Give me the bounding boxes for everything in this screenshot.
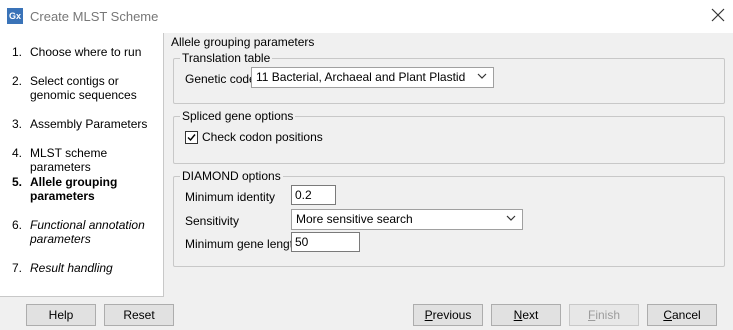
sensitivity-select[interactable]: More sensitive search xyxy=(291,209,523,230)
reset-button[interactable]: Reset xyxy=(104,304,174,326)
min-gene-length-input[interactable]: 50 xyxy=(291,232,360,252)
finish-button: Finish xyxy=(569,304,639,326)
check-codon-label[interactable]: Check codon positions xyxy=(202,130,323,144)
diamond-options-legend: DIAMOND options xyxy=(180,169,283,183)
genetic-code-select[interactable]: 11 Bacterial, Archaeal and Plant Plastid xyxy=(251,67,494,88)
step-label: Choose where to run xyxy=(30,45,142,59)
step-assembly-parameters[interactable]: 3. Assembly Parameters xyxy=(12,117,162,131)
translation-table-group: Translation table Genetic code 11 Bacter… xyxy=(173,51,725,104)
min-gene-length-label: Minimum gene length xyxy=(185,237,300,251)
window-title: Create MLST Scheme xyxy=(30,9,159,24)
chevron-down-icon xyxy=(506,215,516,221)
help-button[interactable]: Help xyxy=(26,304,96,326)
step-allele-grouping-parameters[interactable]: 5. Allele grouping parameters xyxy=(12,175,162,203)
sensitivity-value: More sensitive search xyxy=(296,212,413,226)
check-codon-checkbox[interactable] xyxy=(185,131,198,144)
step-label: Result handling xyxy=(30,261,113,275)
min-identity-label: Minimum identity xyxy=(185,190,276,204)
close-button[interactable] xyxy=(706,5,730,27)
step-functional-annotation-parameters: 6. Functional annotation parameters xyxy=(12,218,162,246)
chevron-down-icon xyxy=(477,73,487,79)
step-label: Allele grouping parameters xyxy=(30,175,118,203)
genetic-code-label: Genetic code xyxy=(185,72,256,86)
checkmark-icon xyxy=(187,134,196,142)
min-identity-input[interactable]: 0.2 xyxy=(291,185,336,205)
step-mlst-scheme-parameters[interactable]: 4. MLST scheme parameters xyxy=(12,146,162,174)
wizard-steps: 1. Choose where to run 2. Select contigs… xyxy=(0,33,164,297)
step-result-handling: 7. Result handling xyxy=(12,261,162,275)
next-button[interactable]: Next xyxy=(491,304,561,326)
previous-button[interactable]: Previous xyxy=(413,304,483,326)
genetic-code-value: 11 Bacterial, Archaeal and Plant Plastid xyxy=(256,70,466,84)
spliced-gene-options-group: Spliced gene options Check codon positio… xyxy=(173,109,725,164)
diamond-options-group: DIAMOND options Minimum identity 0.2 Sen… xyxy=(173,169,725,267)
step-select-contigs[interactable]: 2. Select contigs or genomic sequences xyxy=(12,74,162,102)
button-bar: Help Reset Previous Next Finish Cancel xyxy=(0,297,733,330)
parameters-panel: Allele grouping parameters Translation t… xyxy=(165,33,733,296)
step-label: MLST scheme parameters xyxy=(30,146,108,174)
step-label: Functional annotation parameters xyxy=(30,218,145,246)
spliced-gene-options-legend: Spliced gene options xyxy=(180,109,296,123)
cancel-button[interactable]: Cancel xyxy=(647,304,717,326)
panel-title: Allele grouping parameters xyxy=(171,35,315,49)
translation-table-legend: Translation table xyxy=(180,51,273,65)
step-label: Select contigs or genomic sequences xyxy=(30,74,137,102)
title-bar: Gx Create MLST Scheme xyxy=(0,0,733,33)
sensitivity-label: Sensitivity xyxy=(185,214,240,228)
step-label: Assembly Parameters xyxy=(30,117,148,131)
app-icon: Gx xyxy=(7,8,23,24)
close-icon xyxy=(711,8,725,22)
step-choose-where-to-run[interactable]: 1. Choose where to run xyxy=(12,45,162,59)
